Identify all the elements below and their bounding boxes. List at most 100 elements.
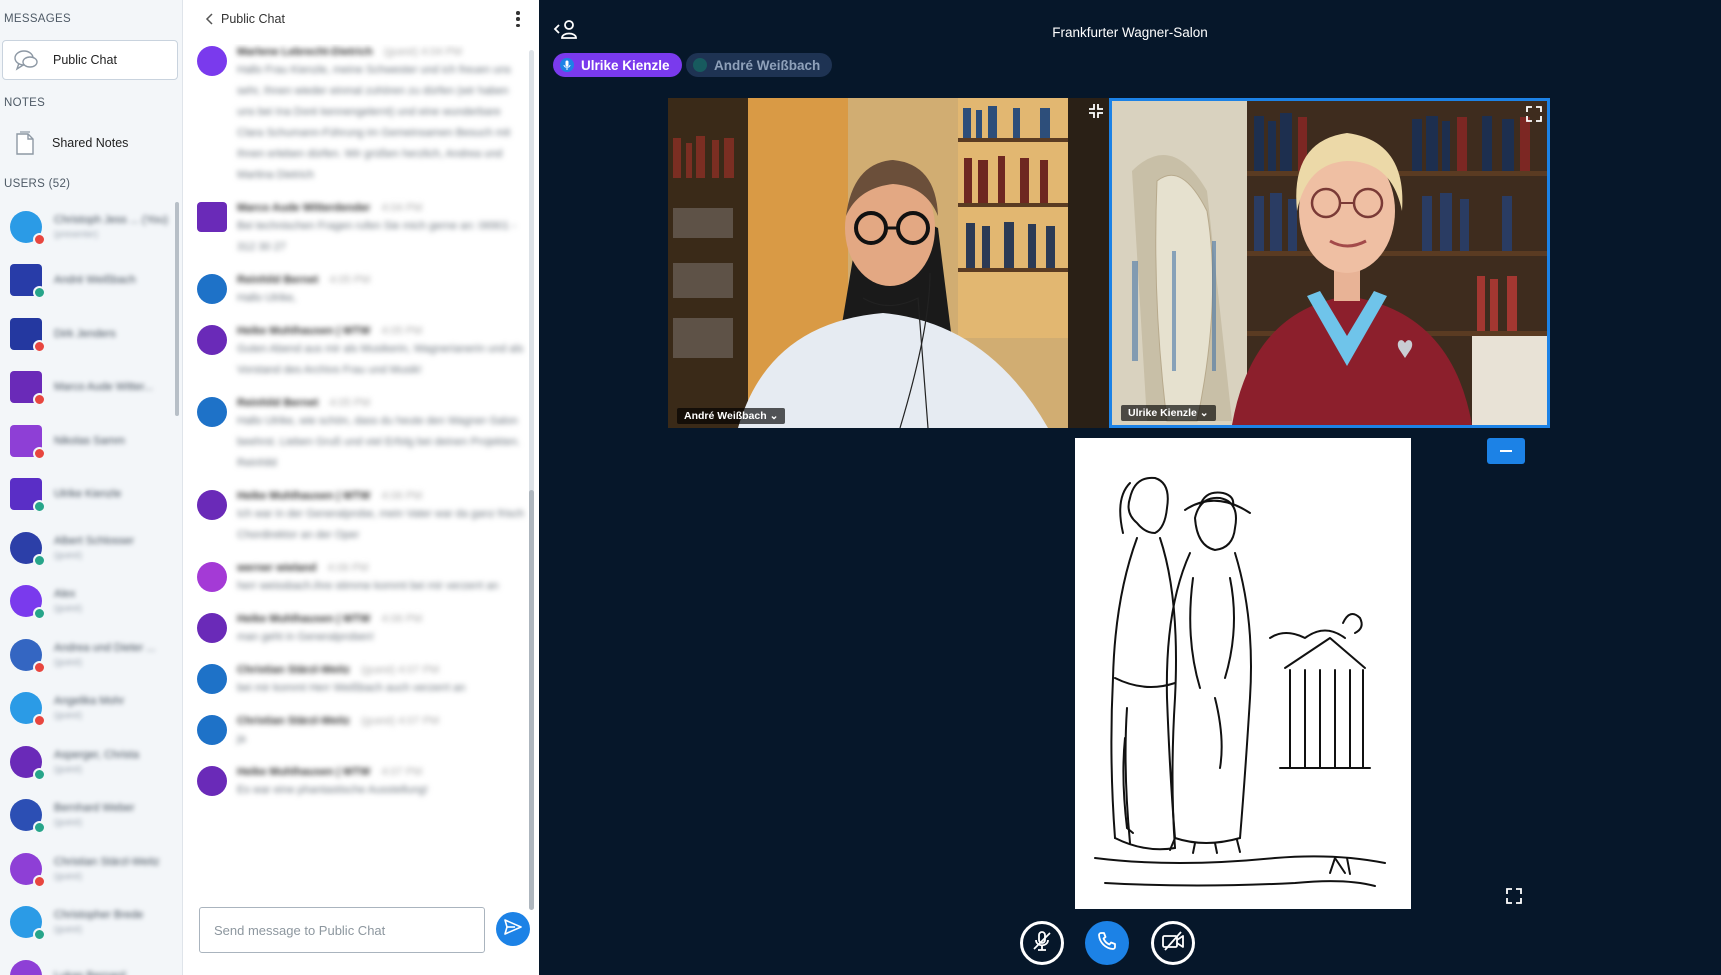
avatar	[197, 202, 227, 232]
exit-fullscreen-icon[interactable]	[1088, 103, 1104, 119]
microphone-icon	[693, 58, 707, 72]
avatar	[10, 585, 46, 621]
talking-indicator[interactable]: André Weißbach	[686, 53, 833, 77]
avatar	[10, 959, 42, 975]
user-list-item[interactable]: Alex (guest)	[0, 575, 175, 629]
avatar	[10, 692, 46, 728]
avatar	[10, 852, 46, 888]
avatar	[10, 799, 46, 835]
video-tile-active-speaker[interactable]: Ulrike Kienzle ⌄	[1109, 98, 1550, 428]
avatar	[10, 478, 46, 514]
user-list-item[interactable]: Ulrike Kienzle	[0, 468, 175, 522]
shared-notes-label: Shared Notes	[52, 136, 129, 150]
chat-bubble-icon	[13, 47, 39, 73]
chat-message: Heike Muhlhausen | WTW 4:06 PM Ich war i…	[183, 488, 528, 546]
avatar	[10, 906, 46, 942]
user-list-item[interactable]: Angelika Mohr (guest)	[0, 682, 175, 736]
avatar	[10, 745, 46, 781]
fullscreen-icon[interactable]	[1506, 888, 1522, 904]
fullscreen-icon[interactable]	[1526, 106, 1542, 122]
sketch-drawing	[1075, 438, 1411, 909]
share-webcam-button[interactable]	[1151, 921, 1195, 965]
avatar	[10, 210, 46, 246]
avatar	[197, 766, 227, 796]
talking-user-name: André Weißbach	[714, 57, 821, 73]
avatar	[197, 613, 227, 643]
presentation-slide[interactable]	[1075, 438, 1411, 909]
user-list-item[interactable]: Nikolas Samm	[0, 414, 175, 468]
user-list-scrollbar[interactable]	[175, 202, 179, 416]
user-list-item[interactable]: Christian Stärzl-Weitz (guest)	[0, 842, 175, 896]
avatar	[197, 46, 227, 76]
microphone-off-icon	[1031, 930, 1053, 957]
avatar	[10, 424, 46, 460]
user-list-item[interactable]: Andrea und Dieter ... (guest)	[0, 628, 175, 682]
chat-message: Marco Aude Witterdender 4:04 PM Bei tech…	[183, 200, 528, 258]
video-user-name[interactable]: Ulrike Kienzle ⌄	[1121, 405, 1216, 421]
chat-title: Public Chat	[221, 12, 285, 26]
chat-message: Reinhild Bernet 4:05 PM Hallo Ulrike, wi…	[183, 395, 528, 474]
messages-section-title: MESSAGES	[4, 13, 71, 25]
public-chat-label: Public Chat	[53, 53, 117, 67]
send-message-button[interactable]	[496, 912, 530, 946]
public-chat-nav-item[interactable]: Public Chat	[2, 40, 178, 80]
user-list-item[interactable]: Albert Schlosser (guest)	[0, 521, 175, 575]
user-list-item[interactable]: Christopher Brede (guest)	[0, 896, 175, 950]
chat-message-list: Marlene Lebrecht-Dietrich (guest) 4:04 P…	[183, 44, 528, 894]
avatar	[197, 325, 227, 355]
chat-scrollbar[interactable]	[529, 490, 534, 910]
shared-notes-nav-item[interactable]: Shared Notes	[2, 123, 178, 163]
chat-message: Reinhild Bernet 4:05 PM Hallo Ulrike,	[183, 272, 528, 309]
chat-message: werner wieland 4:06 PM herr weissbach.ih…	[183, 560, 528, 597]
more-options-icon[interactable]	[515, 11, 521, 27]
chat-message: Heike Muhlhausen | WTW 4:07 PM Es war ei…	[183, 764, 528, 801]
microphone-icon	[560, 58, 574, 72]
video-camera-off-icon	[1161, 930, 1185, 957]
chat-panel: Public Chat Marlene Lebrecht-Dietrich (g…	[183, 0, 539, 975]
send-icon	[504, 918, 522, 940]
avatar	[197, 664, 227, 694]
video-user-name[interactable]: André Weißbach ⌄	[677, 408, 786, 424]
chat-message: Heike Muhlhausen | WTW 4:06 PM man geht …	[183, 611, 528, 648]
webcam-feed	[668, 98, 1109, 428]
avatar	[197, 274, 227, 304]
avatar	[197, 490, 227, 520]
chat-message: Marlene Lebrecht-Dietrich (guest) 4:04 P…	[183, 44, 528, 186]
user-list-panel: MESSAGES Public Chat NOTES Shared Notes …	[0, 0, 183, 975]
phone-icon	[1097, 931, 1117, 956]
chat-message: Christian Stärzl-Weitz (guest) 4:07 PM j…	[183, 713, 528, 750]
users-section-title: USERS (52)	[4, 178, 71, 190]
avatar	[197, 715, 227, 745]
users-list: Christoph Jess ... (You) (presenter) Andr…	[0, 200, 175, 975]
avatar	[197, 562, 227, 592]
meeting-stage: Frankfurter Wagner-Salon Ulrike Kienzle …	[539, 0, 1721, 975]
notes-section-title: NOTES	[4, 97, 46, 109]
meeting-title: Frankfurter Wagner-Salon	[1052, 25, 1208, 40]
avatar	[197, 397, 227, 427]
webcam-feed	[1112, 101, 1547, 425]
user-list-item[interactable]: Bernhard Weber (guest)	[0, 789, 175, 843]
avatar	[10, 264, 46, 300]
user-list-item[interactable]: Christoph Jess ... (You) (presenter)	[0, 200, 175, 254]
avatar	[10, 638, 46, 674]
user-list-item[interactable]: Marco Aude Witter...	[0, 361, 175, 415]
chat-message-input[interactable]	[199, 907, 485, 953]
user-list-item[interactable]: Lukas Bernard	[0, 949, 175, 975]
chevron-left-icon[interactable]	[203, 11, 217, 27]
avatar	[10, 317, 46, 353]
user-list-item[interactable]: Asperger, Christa (guest)	[0, 735, 175, 789]
user-list-item[interactable]: Dirk Jenders	[0, 307, 175, 361]
user-list-item[interactable]: André Weißbach	[0, 254, 175, 308]
avatar	[10, 371, 46, 407]
avatar	[10, 531, 46, 567]
talking-user-name: Ulrike Kienzle	[581, 57, 670, 73]
notes-icon	[12, 130, 38, 156]
minimize-presentation-button[interactable]	[1487, 438, 1525, 464]
chat-message: Heike Muhlhausen | WTW 4:05 PM Guten Abe…	[183, 323, 528, 381]
mute-button[interactable]	[1020, 921, 1064, 965]
talking-indicator[interactable]: Ulrike Kienzle	[553, 53, 682, 77]
video-tile[interactable]: André Weißbach ⌄	[668, 98, 1109, 428]
chat-header: Public Chat	[183, 0, 539, 38]
chat-message: Christian Stärzl-Weitz (guest) 4:07 PM b…	[183, 662, 528, 699]
leave-audio-button[interactable]	[1085, 921, 1129, 965]
